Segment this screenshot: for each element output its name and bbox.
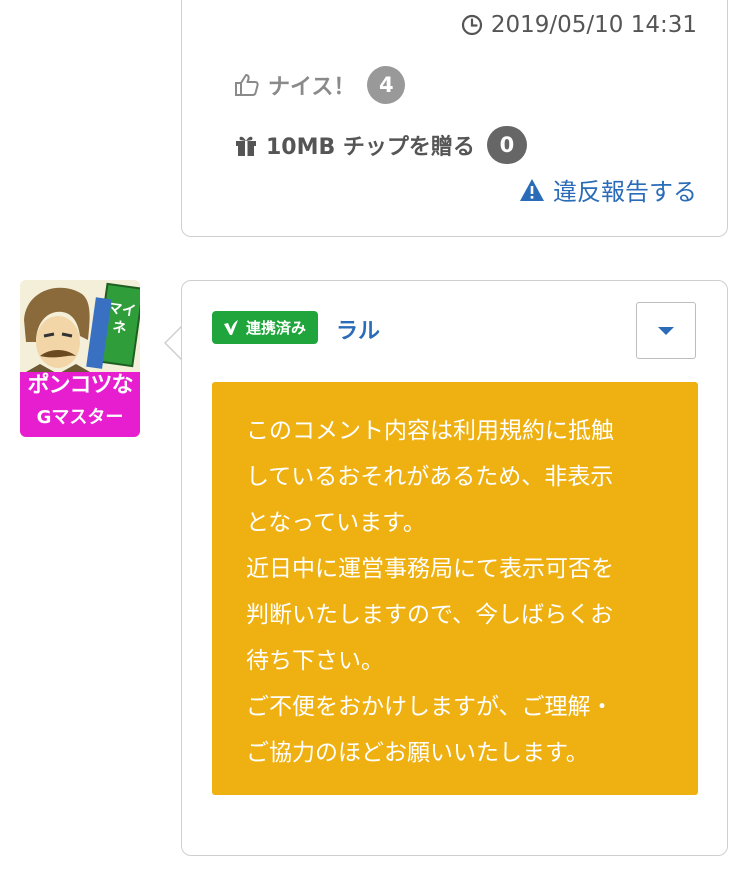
chip-count-badge: 0 bbox=[486, 126, 527, 164]
report-label: 違反報告する bbox=[553, 178, 697, 206]
previous-comment-card: 2019/05/10 14:31 ナイス！ 4 10MB チップを贈る 0 違反… bbox=[181, 0, 728, 237]
avatar-caption: ポンコツな bbox=[20, 372, 140, 400]
notice-line: このコメント内容は利用規約に抵触 bbox=[246, 418, 614, 444]
clock-icon bbox=[461, 14, 482, 36]
notice-line: 近日中に運営事務局にて表示可否を bbox=[246, 556, 614, 582]
report-link[interactable]: 違反報告する bbox=[519, 172, 697, 207]
avatar-rank-label: Gマスター bbox=[20, 400, 140, 437]
nice-count-badge: 4 bbox=[367, 66, 406, 104]
thumbs-up-icon bbox=[235, 74, 259, 96]
gift-icon bbox=[236, 136, 256, 156]
caret-down-icon bbox=[658, 326, 674, 335]
comment-menu-toggle[interactable] bbox=[636, 302, 696, 359]
hidden-comment-notice: このコメント内容は利用規約に抵触 しているおそれがあるため、非表示 となっていま… bbox=[212, 382, 698, 795]
comment-timestamp: 2019/05/10 14:31 bbox=[461, 12, 697, 38]
notice-line: となっています。 bbox=[246, 510, 426, 536]
svg-text:ネ: ネ bbox=[111, 319, 127, 337]
username-link[interactable]: ラル bbox=[336, 313, 380, 345]
notice-line: 判断いたしますので、今しばらくお bbox=[246, 602, 614, 628]
timestamp-text: 2019/05/10 14:31 bbox=[490, 12, 697, 38]
notice-line: ご協力のほどお願いいたします。 bbox=[246, 740, 589, 766]
chip-label: 10MB チップを贈る bbox=[266, 135, 475, 160]
nice-button[interactable]: ナイス！ 4 bbox=[234, 66, 406, 104]
notice-line: ご不便をおかけしますが、ご理解・ bbox=[246, 694, 614, 720]
warning-icon bbox=[520, 178, 544, 201]
nice-label: ナイス！ bbox=[268, 75, 356, 100]
avatar[interactable]: マイ ネ ポンコツな Gマスター bbox=[20, 280, 140, 437]
linked-badge: 連携済み bbox=[212, 311, 319, 344]
notice-line: 待ち下さい。 bbox=[246, 648, 384, 674]
notice-line: しているおそれがあるため、非表示 bbox=[246, 464, 614, 490]
send-chip-button[interactable]: 10MB チップを贈る 0 bbox=[234, 126, 527, 164]
checkmark-icon bbox=[224, 319, 238, 335]
linked-label: 連携済み bbox=[246, 319, 307, 337]
comment-card: 連携済み ラル このコメント内容は利用規約に抵触 しているおそれがあるため、非表… bbox=[181, 280, 728, 856]
